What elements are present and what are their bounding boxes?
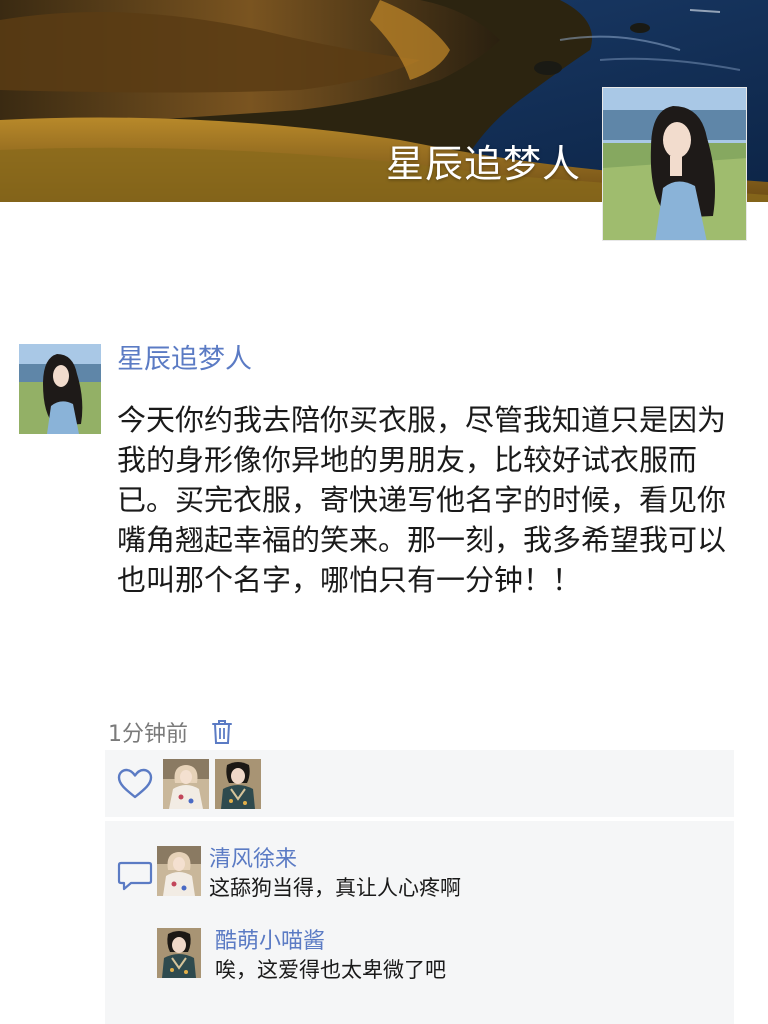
panel-divider <box>105 817 734 821</box>
comment-item[interactable]: 酷萌小喵酱 唉，这爱得也太卑微了吧 <box>157 928 446 984</box>
post-author-name[interactable]: 星辰追梦人 <box>117 341 252 379</box>
post-content: 今天你约我去陪你买衣服，尽管我知道只是因为我的身形像你异地的男朋友，比较好试衣服… <box>117 403 727 597</box>
commenter-avatar[interactable] <box>157 846 201 896</box>
post-author-avatar[interactable] <box>19 344 101 434</box>
cover-avatar[interactable] <box>602 87 747 241</box>
trash-icon <box>212 720 232 744</box>
comment-bubble-icon <box>117 861 153 891</box>
post-meta: 1分钟前 <box>108 714 236 750</box>
woman-in-field-avatar-image <box>19 344 101 434</box>
commenter-name[interactable]: 酷萌小喵酱 <box>215 928 446 956</box>
comment-body: 酷萌小喵酱 唉，这爱得也太卑微了吧 <box>215 928 446 984</box>
like-button[interactable] <box>113 762 157 806</box>
interaction-panel: 清风徐来 这舔狗当得，真让人心疼啊 酷萌小喵酱 唉，这爱得也太卑微了吧 <box>105 750 734 1024</box>
woman-in-field-avatar-image <box>603 88 746 240</box>
comment-text: 这舔狗当得，真让人心疼啊 <box>209 876 461 900</box>
comment-item[interactable]: 清风徐来 这舔狗当得，真让人心疼啊 <box>157 846 461 902</box>
commenter-name[interactable]: 清风徐来 <box>209 846 461 874</box>
likes-row <box>105 750 734 817</box>
girl-floral-dress-avatar-image <box>157 846 201 896</box>
comment-button[interactable] <box>113 854 157 898</box>
commenter-avatar[interactable] <box>157 928 201 978</box>
delete-button[interactable] <box>208 716 236 748</box>
woman-qipao-avatar-image <box>215 758 261 809</box>
comment-body: 清风徐来 这舔狗当得，真让人心疼啊 <box>209 846 461 902</box>
girl-floral-dress-avatar-image <box>163 758 209 809</box>
liker-avatar-kumeng[interactable] <box>215 758 261 809</box>
post-timestamp: 1分钟前 <box>108 722 188 747</box>
woman-qipao-avatar-image <box>157 928 201 978</box>
heart-icon <box>117 768 153 798</box>
cover-username: 星辰追梦人 <box>385 142 581 186</box>
comment-text: 唉，这爱得也太卑微了吧 <box>215 958 446 982</box>
liker-avatar-qingfeng[interactable] <box>163 758 209 809</box>
